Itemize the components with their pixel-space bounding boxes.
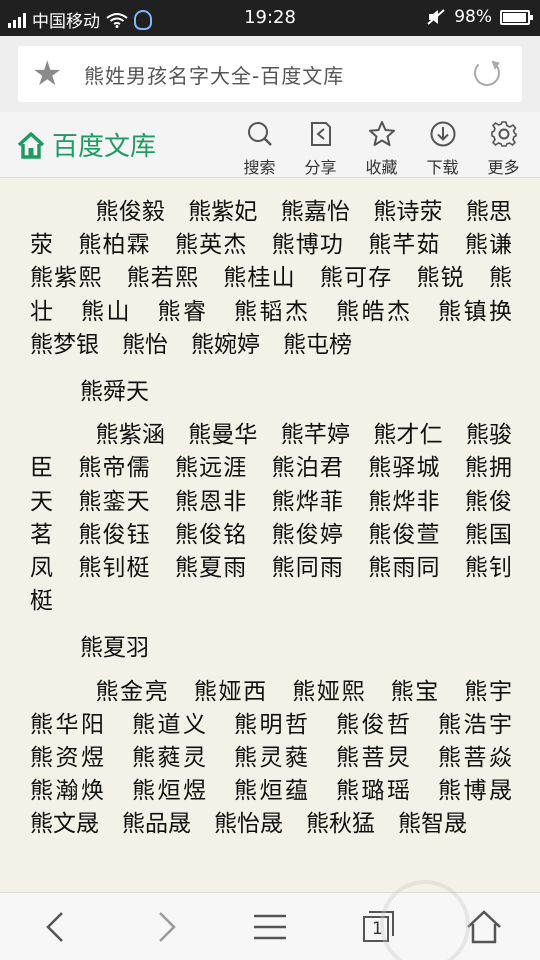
document-content: 熊俊毅 熊紫妃 熊嘉怡 熊诗荥 熊思荥 熊柏霖 熊英杰 熊博功 熊芊茹 熊谦 熊… — [30, 196, 535, 842]
page-title: 熊姓男孩名字大全-百度文库 — [84, 64, 345, 88]
logo-text: 百度文库 — [52, 132, 157, 162]
battery-percent: 98% — [454, 7, 492, 27]
favorite-star-icon — [368, 121, 395, 146]
forward-icon[interactable] — [146, 907, 186, 947]
home-icon[interactable] — [464, 907, 504, 947]
refresh-icon[interactable] — [474, 60, 500, 86]
site-logo[interactable]: 百度文库 — [16, 126, 156, 163]
share-button[interactable]: 分享 — [290, 118, 351, 177]
download-button[interactable]: 下载 — [412, 118, 473, 177]
share-icon — [310, 122, 331, 146]
back-icon[interactable] — [36, 907, 76, 947]
name-list-paragraph-1: 熊俊毅 熊紫妃 熊嘉怡 熊诗荥 熊思荥 熊柏霖 熊英杰 熊博功 熊芊茹 熊谦 熊… — [30, 199, 535, 358]
battery-icon — [500, 9, 533, 25]
name-list-paragraph-3: 熊金亮 熊娅西 熊娅熙 熊宝 熊宇 熊华阳 熊道义 熊明哲 熊俊哲 熊浩宇 熊资… — [30, 678, 535, 838]
address-bar: ★ 熊姓男孩名字大全-百度文库 — [0, 36, 540, 112]
watermark-logo — [380, 880, 470, 960]
download-label: 下载 — [426, 158, 459, 177]
site-header: 百度文库 搜索 分享 收藏 下载 更多 — [0, 112, 540, 178]
name-heading-2: 熊夏羽 — [80, 635, 149, 662]
mute-icon — [427, 9, 445, 25]
search-button[interactable]: 搜索 — [229, 118, 290, 177]
menu-icon[interactable] — [250, 907, 290, 947]
gear-icon — [490, 121, 517, 147]
name-heading-1: 熊舜天 — [80, 379, 149, 406]
download-icon — [430, 121, 455, 147]
favorite-button[interactable]: 收藏 — [351, 118, 412, 177]
name-list-paragraph-2: 熊紫涵 熊曼华 熊芊婷 熊才仁 熊骏臣 熊帝儒 熊远涯 熊泊君 熊驿城 熊拥天 … — [30, 422, 512, 615]
search-label: 搜索 — [243, 158, 276, 177]
favorite-label: 收藏 — [365, 158, 398, 177]
home-logo-icon — [17, 131, 45, 159]
status-bar: 中国移动 19:28 98% — [0, 0, 540, 36]
url-field[interactable]: ★ 熊姓男孩名字大全-百度文库 — [18, 46, 522, 102]
bookmark-star-icon[interactable]: ★ — [32, 57, 62, 91]
more-label: 更多 — [487, 158, 520, 177]
more-button[interactable]: 更多 — [473, 118, 534, 177]
search-icon — [247, 122, 272, 146]
share-label: 分享 — [304, 158, 337, 177]
